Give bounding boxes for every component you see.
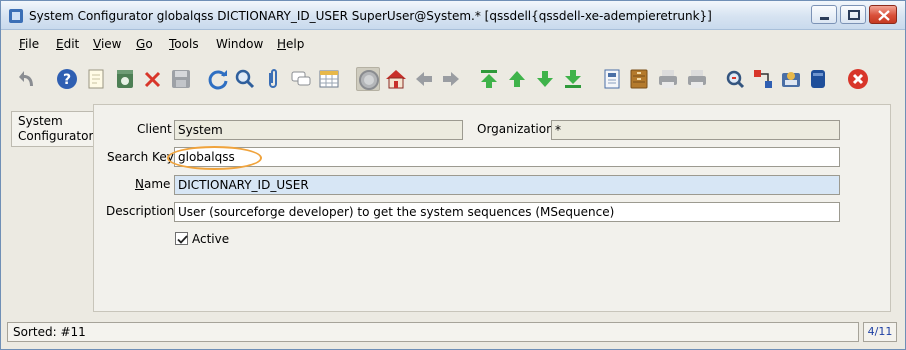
find-icon bbox=[235, 69, 255, 89]
active-checkbox[interactable] bbox=[175, 232, 188, 245]
forward-icon bbox=[443, 72, 459, 86]
print-preview-button[interactable] bbox=[656, 67, 680, 91]
refresh-icon bbox=[208, 70, 228, 90]
menu-window[interactable]: Window bbox=[216, 37, 263, 51]
exit-icon bbox=[848, 69, 868, 89]
title-bar[interactable]: System Configurator globalqss DICTIONARY… bbox=[1, 1, 905, 30]
delete-button[interactable] bbox=[141, 67, 165, 91]
grid-toggle-icon bbox=[319, 70, 339, 88]
delete-icon bbox=[144, 71, 161, 88]
chat-button[interactable] bbox=[289, 67, 313, 91]
organization-label: Organization bbox=[477, 122, 554, 136]
print-icon bbox=[688, 70, 706, 88]
print-button[interactable] bbox=[685, 67, 709, 91]
product-info-icon bbox=[811, 70, 825, 88]
save-copy-icon bbox=[117, 70, 133, 88]
print-preview-icon bbox=[659, 70, 677, 88]
forward-button[interactable] bbox=[439, 67, 463, 91]
new-record-icon bbox=[88, 69, 104, 89]
description-label: Description bbox=[106, 204, 175, 218]
archive-button[interactable] bbox=[627, 67, 651, 91]
home-button[interactable] bbox=[384, 67, 408, 91]
save-button[interactable] bbox=[169, 67, 193, 91]
last-record-icon bbox=[565, 70, 581, 88]
refresh-button[interactable] bbox=[206, 67, 230, 91]
app-icon bbox=[8, 8, 24, 24]
menu-bar: File Edit View Go Tools Window Help bbox=[1, 31, 905, 55]
app-window: System Configurator globalqss DICTIONARY… bbox=[0, 0, 906, 350]
active-workflows-button[interactable] bbox=[751, 67, 775, 91]
first-record-icon bbox=[481, 70, 497, 88]
search-key-label: Search Key bbox=[107, 150, 174, 164]
organization-field[interactable]: * bbox=[551, 120, 840, 140]
close-button[interactable] bbox=[869, 5, 897, 24]
find-button[interactable] bbox=[233, 67, 257, 91]
first-record-button[interactable] bbox=[477, 67, 501, 91]
requests-icon bbox=[782, 72, 800, 87]
attachment-button[interactable] bbox=[261, 67, 285, 91]
previous-record-icon bbox=[509, 71, 525, 87]
next-record-button[interactable] bbox=[533, 67, 557, 91]
search-key-field[interactable]: globalqss bbox=[174, 147, 840, 167]
name-field[interactable]: DICTIONARY_ID_USER bbox=[174, 175, 840, 195]
home-icon bbox=[386, 70, 406, 89]
report-icon bbox=[604, 69, 620, 89]
name-label: Name bbox=[135, 177, 171, 191]
help-button[interactable]: ? bbox=[55, 67, 79, 91]
menu-go[interactable]: Go bbox=[136, 37, 153, 51]
history-button[interactable] bbox=[356, 67, 380, 91]
back-button[interactable] bbox=[412, 67, 436, 91]
report-button[interactable] bbox=[600, 67, 624, 91]
attachment-icon bbox=[269, 69, 277, 88]
active-workflows-icon bbox=[754, 70, 772, 88]
minimize-icon bbox=[820, 17, 829, 20]
client-field[interactable]: System bbox=[174, 120, 463, 140]
product-info-button[interactable] bbox=[806, 67, 830, 91]
close-icon bbox=[878, 10, 890, 21]
last-record-button[interactable] bbox=[561, 67, 585, 91]
client-label: Client bbox=[137, 122, 172, 136]
new-record-button[interactable] bbox=[84, 67, 108, 91]
exit-button[interactable] bbox=[846, 67, 870, 91]
minimize-button[interactable] bbox=[811, 5, 837, 24]
undo-button[interactable] bbox=[17, 67, 41, 91]
maximize-icon bbox=[848, 10, 860, 20]
checkmark-icon bbox=[177, 235, 188, 244]
menu-tools[interactable]: Tools bbox=[169, 37, 199, 51]
menu-file[interactable]: File bbox=[19, 37, 39, 51]
tab-label: System Configurator bbox=[18, 114, 94, 143]
menu-view[interactable]: View bbox=[93, 37, 121, 51]
active-label: Active bbox=[192, 232, 230, 246]
status-bar: Sorted: #11 bbox=[7, 322, 859, 342]
grid-toggle-button[interactable] bbox=[317, 67, 341, 91]
history-icon bbox=[359, 70, 379, 90]
save-icon bbox=[172, 70, 190, 88]
back-icon bbox=[416, 72, 432, 86]
highlight-annotation bbox=[167, 146, 262, 170]
record-counter[interactable]: 4/11 bbox=[863, 322, 897, 342]
help-icon: ? bbox=[57, 69, 77, 89]
window-title: System Configurator globalqss DICTIONARY… bbox=[29, 9, 712, 23]
zoom-across-icon bbox=[726, 70, 745, 89]
menu-edit[interactable]: Edit bbox=[56, 37, 79, 51]
svg-text:?: ? bbox=[63, 72, 71, 88]
menu-help[interactable]: Help bbox=[277, 37, 304, 51]
maximize-button[interactable] bbox=[840, 5, 866, 24]
save-copy-button[interactable] bbox=[113, 67, 137, 91]
description-field[interactable]: User (sourceforge developer) to get the … bbox=[174, 202, 840, 222]
chat-icon bbox=[291, 71, 311, 86]
toolbar: ? bbox=[1, 57, 905, 101]
previous-record-button[interactable] bbox=[505, 67, 529, 91]
archive-icon bbox=[630, 69, 648, 89]
next-record-icon bbox=[537, 71, 553, 87]
requests-button[interactable] bbox=[779, 67, 803, 91]
undo-icon bbox=[19, 71, 33, 86]
tab-system-configurator[interactable]: System Configurator bbox=[11, 111, 93, 147]
zoom-across-button[interactable] bbox=[723, 67, 747, 91]
